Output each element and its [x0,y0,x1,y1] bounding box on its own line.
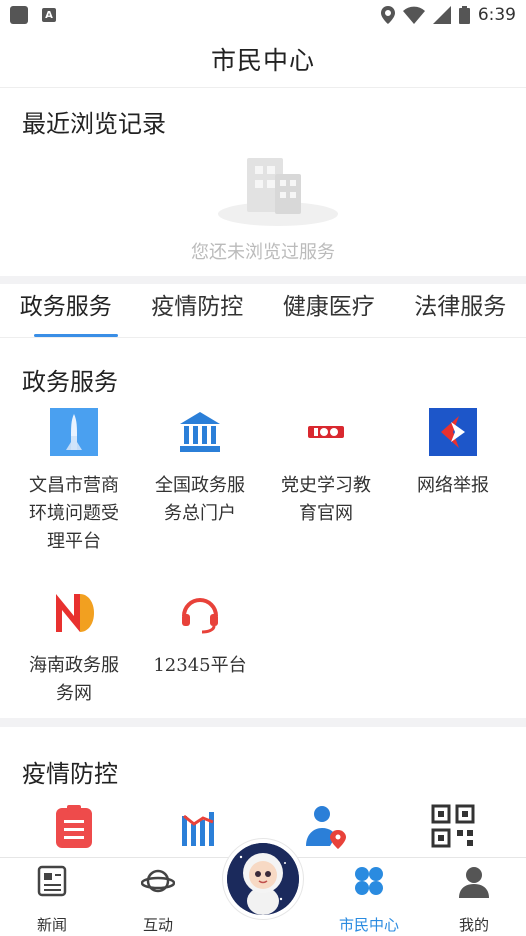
hainan-n-icon [56,594,94,632]
tab-health-medical[interactable]: 健康医疗 [263,284,395,337]
service-label: 网络举报 [417,475,489,496]
service-item[interactable]: 12345平台 [135,588,265,680]
report-arrow-icon [429,408,477,456]
page-title: 市民中心 [210,45,315,75]
planet-icon [140,869,176,893]
service-item[interactable]: 全国政务服务总门户 [135,408,265,528]
nav-label: 新闻 [36,916,67,934]
nav-label: 我的 [458,916,489,934]
tab-epidemic-control[interactable]: 疫情防控 [132,284,264,337]
section-title: 疫情防控 [22,760,118,788]
party-100-icon [302,408,350,456]
chart-icon [182,812,214,846]
app-a-icon: A [42,8,56,22]
tab-underline [34,334,118,337]
section-divider [0,276,526,284]
news-icon [37,865,67,897]
tab-label: 疫情防控 [151,294,244,320]
status-bar: A 6:39 [0,0,526,30]
recent-title: 最近浏览记录 [22,110,166,138]
service-label: 海南政务服务网 [29,655,119,704]
service-item[interactable] [9,802,139,854]
service-label: 12345平台 [153,655,247,676]
empty-text: 您还未浏览过服务 [191,242,335,263]
tab-label: 政务服务 [19,294,112,320]
service-label: 全国政务服务总门户 [155,475,245,524]
user-icon [459,867,489,898]
doctor-location-icon [306,806,346,849]
tab-label: 法律服务 [414,294,507,320]
qr-code-icon [431,804,475,848]
headset-icon [182,598,218,634]
empty-buildings-icon [218,158,338,226]
government-building-icon [180,412,220,452]
service-item[interactable]: 党史学习教育官网 [261,408,391,528]
tab-label: 健康医疗 [282,294,375,320]
nav-label: 互动 [142,916,173,934]
nav-news[interactable]: 新闻 [12,864,92,935]
clipboard-icon [56,805,92,848]
signal-icon [432,6,451,24]
astronaut-mascot-icon [227,843,299,915]
section-title: 政务服务 [22,368,118,396]
nav-label: 市民中心 [338,916,399,934]
rocket-icon [50,408,98,456]
wifi-icon [402,6,425,24]
nav-me[interactable]: 我的 [434,864,514,935]
center-mascot-button[interactable] [222,838,304,920]
service-label: 文昌市营商环境问题受理平台 [29,475,119,552]
service-item[interactable] [388,802,518,854]
clover-icon [355,867,383,895]
location-icon [380,6,395,24]
recent-section: 最近浏览记录 您还未浏览过服务 [0,88,526,276]
section-divider [0,718,526,727]
service-item[interactable]: 网络举报 [388,408,518,500]
tab-government-services[interactable]: 政务服务 [0,284,132,337]
header: 市民中心 [0,30,526,88]
tab-legal-services[interactable]: 法律服务 [395,284,526,337]
nav-citizen-center[interactable]: 市民中心 [329,864,409,935]
nav-interact[interactable]: 互动 [118,864,198,935]
battery-icon [458,6,470,24]
notification-icon [10,6,28,24]
service-label: 党史学习教育官网 [281,475,371,524]
service-item[interactable]: 海南政务服务网 [9,588,139,708]
status-time: 6:39 [477,5,516,25]
category-tabs: 政务服务 疫情防控 健康医疗 法律服务 [0,284,526,338]
service-item[interactable]: 文昌市营商环境问题受理平台 [9,408,139,556]
